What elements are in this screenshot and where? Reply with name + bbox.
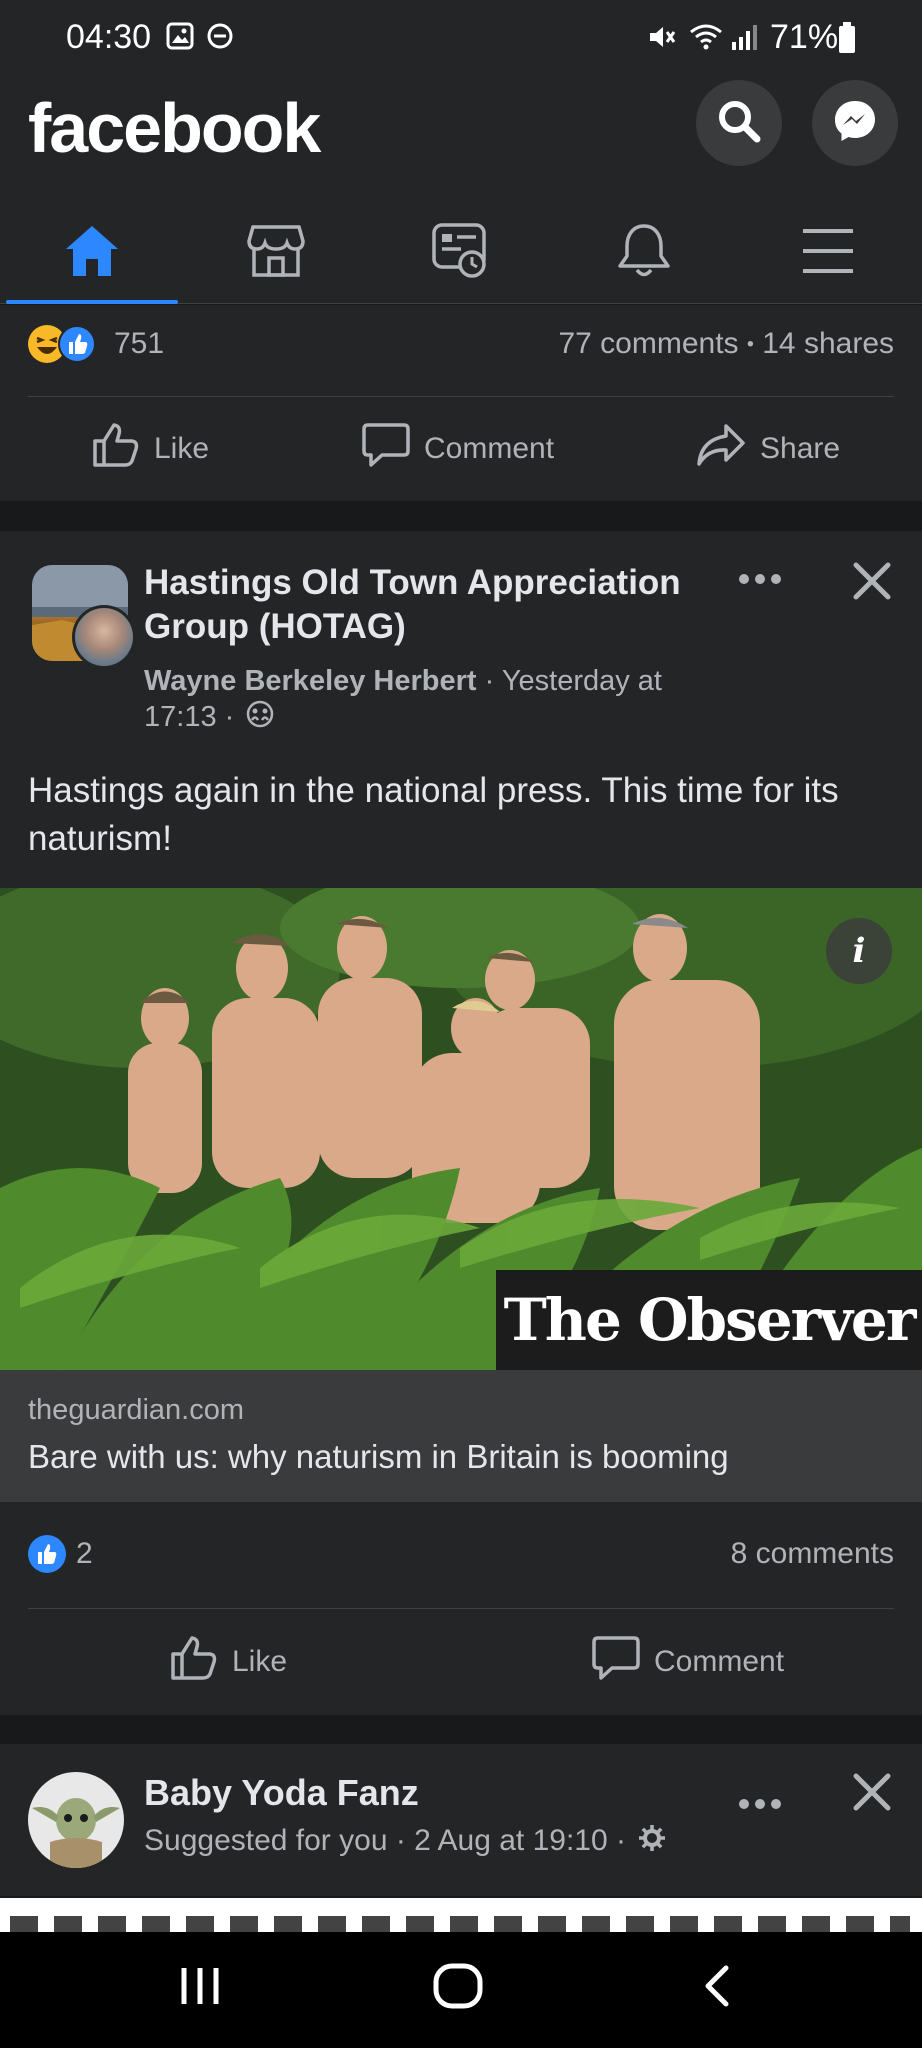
close-icon bbox=[852, 1773, 892, 1816]
like-reaction-icon bbox=[28, 1535, 66, 1573]
suggested-more-options-button[interactable] bbox=[738, 1776, 782, 1821]
tab-news[interactable] bbox=[368, 202, 552, 304]
divider bbox=[28, 1608, 894, 1609]
messenger-button[interactable] bbox=[812, 80, 898, 166]
group-name[interactable]: Hastings Old Town Appreciation Group (HO… bbox=[144, 561, 724, 649]
page-avatar[interactable] bbox=[28, 1772, 124, 1868]
battery-icon bbox=[838, 22, 856, 59]
more-dots-icon bbox=[738, 1776, 782, 1820]
like-label: Like bbox=[154, 432, 210, 465]
comment-label: Comment bbox=[424, 432, 555, 465]
tab-menu[interactable] bbox=[736, 202, 920, 304]
share-label: Share bbox=[760, 432, 841, 465]
author-avatar[interactable] bbox=[72, 605, 136, 669]
link-title[interactable]: Bare with us: why naturism in Britain is… bbox=[28, 1438, 729, 1476]
back-button[interactable] bbox=[700, 1962, 732, 2015]
like-reaction-icon bbox=[58, 325, 96, 363]
more-options-button[interactable] bbox=[738, 551, 782, 596]
active-tab-indicator bbox=[6, 300, 178, 304]
tab-home[interactable] bbox=[0, 202, 184, 304]
like-button[interactable]: Like bbox=[92, 419, 209, 479]
suggested-meta-text[interactable]: Suggested for you · 2 Aug at 19:10 · bbox=[144, 1824, 626, 1857]
tab-bar bbox=[0, 202, 922, 304]
post-footer: 2 8 comments Like Comment bbox=[0, 1502, 922, 1715]
status-time: 04:30 bbox=[66, 18, 152, 56]
search-button[interactable] bbox=[696, 80, 782, 166]
home-button[interactable] bbox=[432, 1962, 484, 2015]
post-comment-count[interactable]: 8 comments bbox=[731, 1537, 894, 1571]
reaction-count: 751 bbox=[114, 327, 165, 360]
ad-info-button[interactable]: i bbox=[826, 918, 892, 984]
more-dots-icon bbox=[738, 551, 782, 595]
hamburger-icon bbox=[800, 227, 856, 280]
tab-notifications[interactable] bbox=[552, 202, 736, 304]
share-button[interactable]: Share bbox=[696, 419, 840, 479]
bell-icon bbox=[616, 222, 672, 285]
close-icon bbox=[852, 562, 892, 605]
comment-count[interactable]: 77 comments bbox=[558, 327, 738, 360]
reactions-summary[interactable]: 751 77 comments • 14 shares bbox=[28, 325, 894, 365]
post-like-button[interactable]: Like bbox=[170, 1632, 287, 1692]
divider bbox=[28, 396, 894, 397]
link-preview-image[interactable]: i The Observer bbox=[0, 888, 922, 1370]
comment-icon bbox=[362, 422, 424, 476]
gear-icon bbox=[638, 1824, 666, 1860]
suggested-post-image-edge bbox=[0, 1898, 922, 1932]
status-bar: 04:30 71% bbox=[0, 0, 922, 78]
share-count[interactable]: 14 shares bbox=[762, 327, 894, 360]
gallery-icon bbox=[166, 22, 194, 55]
signal-icon bbox=[730, 22, 760, 57]
messenger-icon bbox=[832, 98, 878, 149]
tab-marketplace[interactable] bbox=[184, 202, 368, 304]
post-reaction-count: 2 bbox=[76, 1537, 93, 1570]
thumbs-up-icon bbox=[92, 422, 154, 476]
like-label: Like bbox=[232, 1645, 288, 1678]
hide-post-button[interactable] bbox=[852, 561, 892, 606]
observer-brand: The Observer bbox=[503, 1286, 917, 1354]
suggested-meta: Suggested for you · 2 Aug at 19:10 · bbox=[144, 1824, 666, 1860]
post-text: Hastings again in the national press. Th… bbox=[28, 771, 839, 858]
system-nav-bar bbox=[0, 1932, 922, 2048]
post-reactions-summary[interactable]: 2 8 comments bbox=[28, 1535, 894, 1575]
comment-button[interactable]: Comment bbox=[362, 419, 554, 479]
wifi-icon bbox=[688, 22, 724, 57]
recent-apps-button[interactable] bbox=[176, 1962, 224, 2015]
observer-masthead: The Observer bbox=[496, 1270, 922, 1370]
dot-separator: • bbox=[746, 333, 754, 356]
link-preview-footer[interactable]: theguardian.com Bare with us: why naturi… bbox=[0, 1370, 922, 1502]
suggested-post-card: Baby Yoda Fanz Suggested for you · 2 Aug… bbox=[0, 1744, 922, 1896]
hide-suggested-button[interactable] bbox=[852, 1772, 892, 1817]
link-domain: theguardian.com bbox=[28, 1394, 245, 1426]
previous-post-footer: 751 77 comments • 14 shares Like Comment… bbox=[0, 305, 922, 501]
post-meta: Wayne Berkeley Herbert · Yesterday at 17… bbox=[144, 663, 724, 737]
share-arrow-icon bbox=[696, 422, 760, 476]
facebook-logo[interactable]: facebook bbox=[28, 88, 321, 168]
dnd-icon bbox=[206, 22, 234, 55]
news-feed-icon bbox=[431, 222, 489, 285]
comment-icon bbox=[592, 1635, 654, 1689]
marketplace-icon bbox=[247, 223, 305, 284]
thumbs-up-icon bbox=[170, 1635, 232, 1689]
group-audience-icon bbox=[246, 700, 274, 737]
comment-label: Comment bbox=[654, 1645, 785, 1678]
author-name[interactable]: Wayne Berkeley Herbert bbox=[144, 665, 477, 697]
mute-icon bbox=[646, 22, 676, 57]
page-name[interactable]: Baby Yoda Fanz bbox=[144, 1772, 419, 1814]
post-comment-button[interactable]: Comment bbox=[592, 1632, 784, 1692]
app-header: facebook bbox=[0, 78, 922, 202]
battery-percent: 71% bbox=[770, 18, 839, 56]
search-icon bbox=[716, 98, 762, 149]
comments-shares[interactable]: 77 comments • 14 shares bbox=[558, 327, 894, 361]
home-icon bbox=[63, 223, 121, 284]
